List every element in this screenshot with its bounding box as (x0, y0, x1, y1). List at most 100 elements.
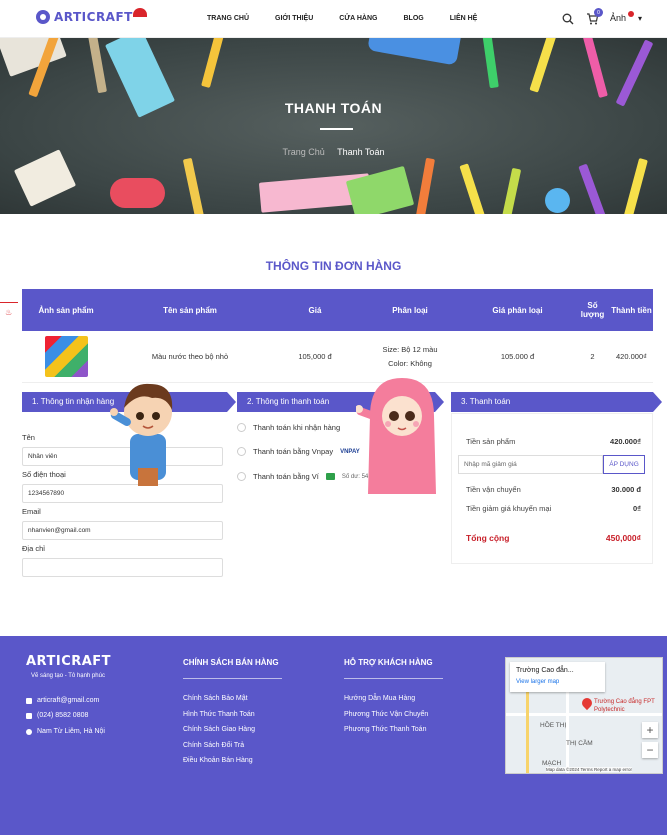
subtotal-row: Tiền sản phẩm 420.000₫ (466, 437, 641, 446)
shipping-row: Tiền vận chuyển 30.000 đ (466, 485, 641, 494)
map-road (526, 688, 529, 773)
breadcrumb: Trang Chủ Thanh Toán (0, 147, 667, 157)
map-zoom-out-button[interactable]: − (642, 742, 658, 758)
logo-text: ARTICRAFT (54, 10, 133, 24)
footer-address-text: Nam Từ Liêm, Hà Nội (37, 728, 105, 735)
radio-cod[interactable] (237, 423, 246, 432)
map-view-larger-link[interactable]: View larger map (516, 679, 559, 685)
side-tab[interactable]: ♨ (0, 302, 18, 322)
map-zoom-in-button[interactable]: + (642, 722, 658, 738)
map-place-title: Trường Cao đẳn... (516, 667, 574, 674)
footer-email[interactable]: articraft@gmail.com (26, 697, 99, 704)
product-name: Màu nước theo bộ nhỏ (151, 352, 229, 361)
variant-size: Size: Bộ 12 màu (382, 344, 438, 354)
footer-link-terms[interactable]: Điều Khoản Bán Hàng (183, 757, 253, 764)
footer-logo[interactable]: ARTICRAFT (26, 654, 111, 669)
nav-home[interactable]: TRANG CHỦ (207, 15, 249, 22)
product-qty: 2 (590, 352, 595, 361)
email-label: Email (22, 507, 41, 516)
order-table: Ảnh sản phẩm Tên sản phẩm Giá Phân loại … (22, 289, 653, 383)
hero-banner: THANH TOÁN Trang Chủ Thanh Toán (0, 38, 667, 214)
radio-vnpay[interactable] (237, 447, 246, 456)
product-price: 105,000 đ (298, 352, 332, 361)
breadcrumb-current: Thanh Toán (337, 147, 385, 157)
product-image[interactable] (44, 336, 88, 377)
avatar[interactable]: Ảnh (610, 11, 635, 23)
nav-blog[interactable]: BLOG (403, 15, 423, 22)
total-row: Tổng cộng 450,000₫ (466, 533, 641, 543)
footer-link-return-policy[interactable]: Chính Sách Đổi Trả (183, 742, 244, 749)
payment-option-label: Thanh toán bằng Ví (253, 472, 319, 481)
footer-link-privacy[interactable]: Chính Sách Bảo Mật (183, 695, 248, 702)
email-field[interactable]: nhanvien@gmail.com (22, 521, 223, 540)
product-variant: Size: Bộ 12 màu Color: Không (360, 343, 460, 371)
payment-option-label: Thanh toán khi nhận hàng (253, 423, 341, 432)
map-pin-label: Trường Cao đẳng FPT Polytechnic (594, 699, 655, 713)
address-field[interactable] (22, 558, 223, 577)
total-label: Tổng cộng (466, 533, 510, 543)
girl-mascot-illustration (355, 376, 440, 494)
name-label: Tên (22, 433, 35, 442)
breadcrumb-home[interactable]: Trang Chủ (283, 147, 325, 157)
map-pin-icon[interactable] (579, 695, 595, 711)
variant-price: 105.000 đ (500, 352, 535, 361)
radio-wallet[interactable] (237, 472, 246, 481)
shipping-value: 30.000 đ (611, 485, 641, 494)
summary-card-header: 3. Thanh toán (451, 392, 662, 412)
phone-field[interactable]: 1234567890 (22, 484, 223, 503)
phone-icon (26, 712, 32, 719)
coupon-input[interactable]: Nhập mã giảm giá (458, 455, 603, 474)
nav-about[interactable]: GIỚI THIỆU (275, 15, 313, 22)
variant-color: Color: Không (388, 358, 432, 368)
col-price: Giá (308, 305, 322, 315)
footer-link-shipping-methods[interactable]: Phương Thức Vận Chuyển (344, 711, 428, 718)
footer-email-text: articraft@gmail.com (37, 697, 100, 704)
map-area-label: THỊ CẦM (566, 740, 593, 747)
order-table-header: Ảnh sản phẩm Tên sản phẩm Giá Phân loại … (22, 289, 653, 331)
discount-label: Tiền giảm giá khuyến mại (466, 504, 552, 513)
map-attribution: Map data ©2024 Terms Report a map error (546, 767, 633, 772)
footer-phone-text: (024) 8582 0808 (37, 712, 89, 719)
footer-link-buy-guide[interactable]: Hướng Dẫn Mua Hàng (344, 695, 415, 702)
map-area-label: HỒE THỊ (540, 722, 567, 729)
order-section-title: THÔNG TIN ĐƠN HÀNG (265, 259, 402, 273)
location-pin-icon (26, 728, 32, 735)
footer-link-payment-methods[interactable]: Phương Thức Thanh Toán (344, 726, 426, 733)
page-title: THANH TOÁN (284, 100, 383, 116)
payment-option-label: Thanh toán bằng Vnpay (253, 447, 334, 456)
nav-shop[interactable]: CỬA HÀNG (339, 15, 377, 22)
col-name: Tên sản phẩm (163, 305, 217, 315)
decor-eraser (110, 178, 165, 208)
site-header: ARTICRAFT TRANG CHỦ GIỚI THIỆU CỬA HÀNG … (0, 0, 667, 38)
payment-option-cod[interactable]: Thanh toán khi nhận hàng (237, 423, 340, 432)
footer-link-shipping-policy[interactable]: Chính Sách Giao Hàng (183, 726, 255, 733)
col-variant-price: Giá phân loại (492, 305, 543, 315)
header-actions: 0 Ảnh ▾ (562, 8, 642, 25)
apply-coupon-button[interactable]: ÁP DỤNG (603, 455, 645, 474)
footer-phone[interactable]: (024) 8582 0808 (26, 712, 88, 719)
search-icon[interactable] (562, 12, 574, 25)
site-logo[interactable]: ARTICRAFT (36, 7, 151, 24)
embedded-map[interactable]: Trường Cao đẳn... View larger map Trường… (505, 657, 663, 774)
support-divider (344, 678, 443, 679)
map-area-label: MẠCH (542, 760, 562, 767)
product-image-cell (22, 336, 110, 377)
col-image: Ảnh sản phẩm (38, 305, 94, 315)
summary-box: Tiền sản phẩm 420.000₫ Tiền vận chuyển 3… (451, 413, 653, 564)
chevron-down-icon[interactable]: ▾ (638, 14, 642, 23)
col-qty: Số lượng (580, 301, 605, 319)
footer-link-payment-method[interactable]: Hình Thức Thanh Toán (183, 711, 255, 718)
footer-address: Nam Từ Liêm, Hà Nội (26, 728, 105, 735)
title-underline (320, 128, 353, 130)
discount-value: 0₫ (632, 504, 641, 513)
cart-icon[interactable]: 0 (586, 8, 603, 25)
footer-tagline: Vẽ sáng tạo - Tô hạnh phúc (31, 673, 105, 679)
col-variant: Phân loại (392, 305, 428, 315)
logo-icon (36, 10, 50, 24)
phone-label: Số điện thoại (22, 470, 66, 479)
wallet-icon (325, 473, 335, 480)
nav-contact[interactable]: LIÊN HỆ (450, 15, 478, 22)
payment-option-vnpay[interactable]: Thanh toán bằng Vnpay VNPAY (237, 447, 360, 456)
avatar-alt-text: Ảnh (610, 13, 627, 23)
cart-count-badge: 0 (594, 8, 603, 17)
